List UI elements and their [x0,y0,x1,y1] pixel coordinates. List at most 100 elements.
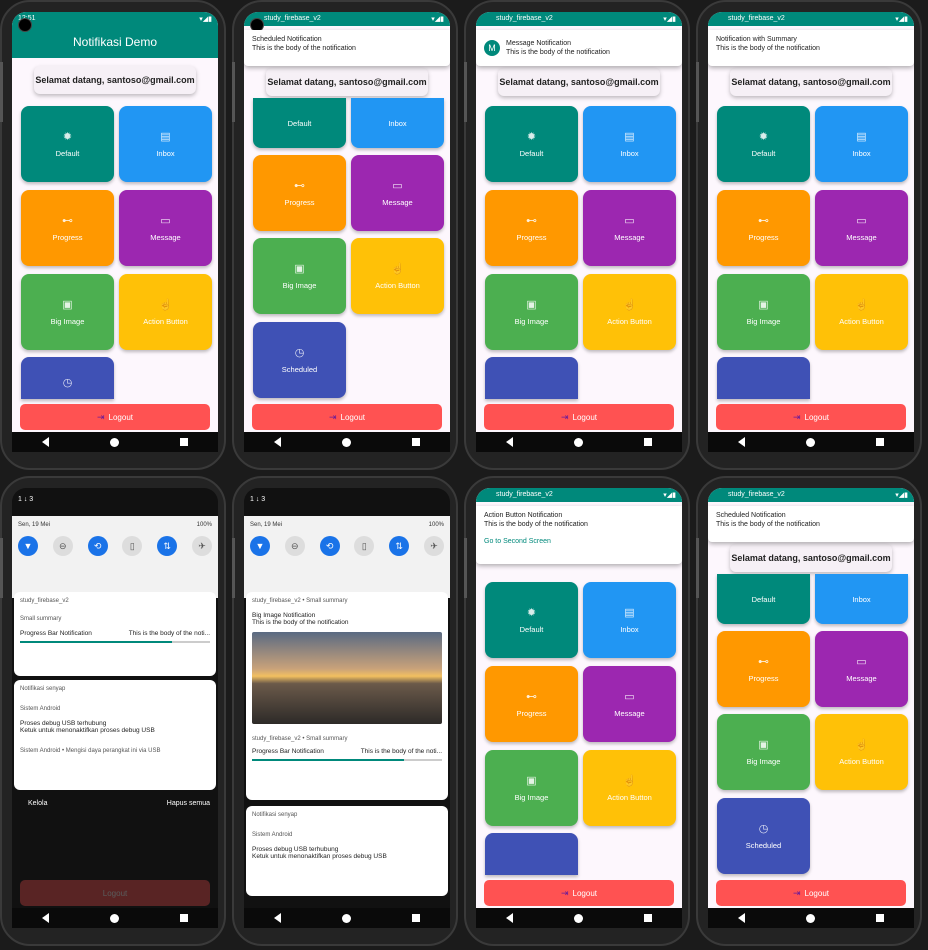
notification-scheduled[interactable]: Scheduled Notification This is the body o… [708,506,914,542]
scheduled-button[interactable] [485,357,578,399]
dnd-icon[interactable]: ⊖ [284,536,305,556]
logout-button[interactable]: ⇥ Logout [716,404,906,430]
data-icon[interactable]: ⇅ [389,536,410,556]
recents-icon[interactable] [875,914,884,922]
progress-button[interactable]: ⊷ Progress [21,190,114,266]
inbox-button[interactable]: ▤ Inbox [583,582,676,658]
recents-icon[interactable] [875,438,884,446]
inbox-button[interactable]: ▤ Inbox [119,106,212,182]
back-icon[interactable] [738,437,746,447]
battery-saver-icon[interactable]: ▯ [122,536,143,556]
wifi-icon[interactable]: ▼ [250,536,270,556]
default-button[interactable]: Default [717,574,810,624]
action-button-button[interactable]: ☝ Action Button [351,238,444,314]
home-icon[interactable] [573,913,583,923]
screen: study_firebase_v2 ▾◢▮ Selamat datang, san… [708,12,914,432]
silent-notification-card[interactable]: Notifikasi senyap Sistem Android Proses … [14,680,216,790]
notification-action[interactable]: Action Button Notification This is the bo… [476,506,682,564]
big-image-button[interactable]: ▣ Big Image [717,274,810,350]
logout-button[interactable]: ⇥ Logout [484,880,674,906]
big-image-notification-card[interactable]: study_firebase_v2 • Small summary Big Im… [246,592,448,800]
recents-icon[interactable] [411,438,420,446]
inbox-button[interactable]: Inbox [351,98,444,148]
message-button[interactable]: ▭ Message [815,631,908,707]
recents-icon[interactable] [643,914,652,922]
logout-button[interactable]: ⇥ Logout [484,404,674,430]
scheduled-button[interactable] [717,357,810,399]
progress-button[interactable]: ⊷ Progress [717,190,810,266]
home-icon[interactable] [805,913,815,923]
recents-icon[interactable] [411,914,420,922]
back-icon[interactable] [42,913,50,923]
notification-message[interactable]: M Message Notification This is the body of… [476,30,682,66]
wifi-icon[interactable]: ▼ [18,536,38,556]
scheduled-button[interactable]: ◷ Scheduled [717,798,810,874]
default-button[interactable]: Default [253,98,346,148]
message-button[interactable]: ▭ Message [815,190,908,266]
message-button[interactable]: ▭ Message [583,190,676,266]
scheduled-button[interactable]: ◷ [21,357,114,399]
go-to-second-screen-button[interactable]: Go to Second Screen [484,538,674,545]
home-icon[interactable] [573,437,583,447]
home-icon[interactable] [805,437,815,447]
progress-button[interactable]: ⊷ Progress [717,631,810,707]
rotate-icon[interactable]: ⟲ [319,536,340,556]
default-button[interactable]: ✹ Default [717,106,810,182]
action-button-button[interactable]: ☝ Action Button [583,750,676,826]
recents-icon[interactable] [179,914,188,922]
inbox-button[interactable]: Inbox [815,574,908,624]
back-icon[interactable] [42,437,50,447]
airplane-icon[interactable]: ✈ [191,536,212,556]
logout-button[interactable]: Logout [20,880,210,906]
home-icon[interactable] [109,913,119,923]
silent-notification-card[interactable]: Notifikasi senyap Sistem Android Proses … [246,806,448,896]
progress-notification-card[interactable]: study_firebase_v2 Small summary Progress… [14,592,216,676]
default-button[interactable]: ✹ Default [21,106,114,182]
action-button-button[interactable]: ☝ Action Button [583,274,676,350]
big-image-button[interactable]: ▣ Big Image [21,274,114,350]
back-icon[interactable] [506,913,514,923]
back-icon[interactable] [738,913,746,923]
big-image-button[interactable]: ▣ Big Image [717,714,810,790]
inbox-button[interactable]: ▤ Inbox [583,106,676,182]
rotate-icon[interactable]: ⟲ [87,536,108,556]
back-icon[interactable] [274,437,282,447]
dnd-icon[interactable]: ⊖ [52,536,73,556]
notification-scheduled[interactable]: Scheduled Notification This is the body o… [244,30,450,66]
progress-button[interactable]: ⊷ Progress [253,155,346,231]
home-icon[interactable] [341,913,351,923]
progress-button[interactable]: ⊷ Progress [485,666,578,742]
data-icon[interactable]: ⇅ [157,536,178,556]
recents-icon[interactable] [179,438,188,446]
scheduled-button[interactable] [485,833,578,875]
logout-button[interactable]: ⇥ Logout [716,880,906,906]
message-button[interactable]: ▭ Message [351,155,444,231]
action-button-button[interactable]: ☝ Action Button [815,714,908,790]
default-button[interactable]: ✹ Default [485,582,578,658]
battery-saver-icon[interactable]: ▯ [354,536,375,556]
scheduled-button[interactable]: ◷ Scheduled [253,322,346,398]
back-icon[interactable] [274,913,282,923]
message-button[interactable]: ▭ Message [119,190,212,266]
big-image-button[interactable]: ▣ Big Image [485,750,578,826]
big-image-button[interactable]: ▣ Big Image [485,274,578,350]
logout-button[interactable]: ⇥ Logout [20,404,210,430]
default-button[interactable]: ✹ Default [485,106,578,182]
recents-icon[interactable] [643,438,652,446]
inbox-button[interactable]: ▤ Inbox [815,106,908,182]
big-image-button[interactable]: ▣ Big Image [253,238,346,314]
logout-button[interactable]: ⇥ Logout [252,404,442,430]
manage-button[interactable]: Kelola [28,800,47,807]
tile-label: Default [519,149,544,158]
clear-all-button[interactable]: Hapus semua [167,800,210,807]
action-button-button[interactable]: ☝ Action Button [815,274,908,350]
home-icon[interactable] [341,437,351,447]
clock-icon: ◷ [758,823,769,835]
message-button[interactable]: ▭ Message [583,666,676,742]
action-button-button[interactable]: ☝ Action Button [119,274,212,350]
airplane-icon[interactable]: ✈ [423,536,444,556]
progress-button[interactable]: ⊷ Progress [485,190,578,266]
notification-summary[interactable]: Notification with Summary This is the bod… [708,30,914,66]
back-icon[interactable] [506,437,514,447]
home-icon[interactable] [109,437,119,447]
